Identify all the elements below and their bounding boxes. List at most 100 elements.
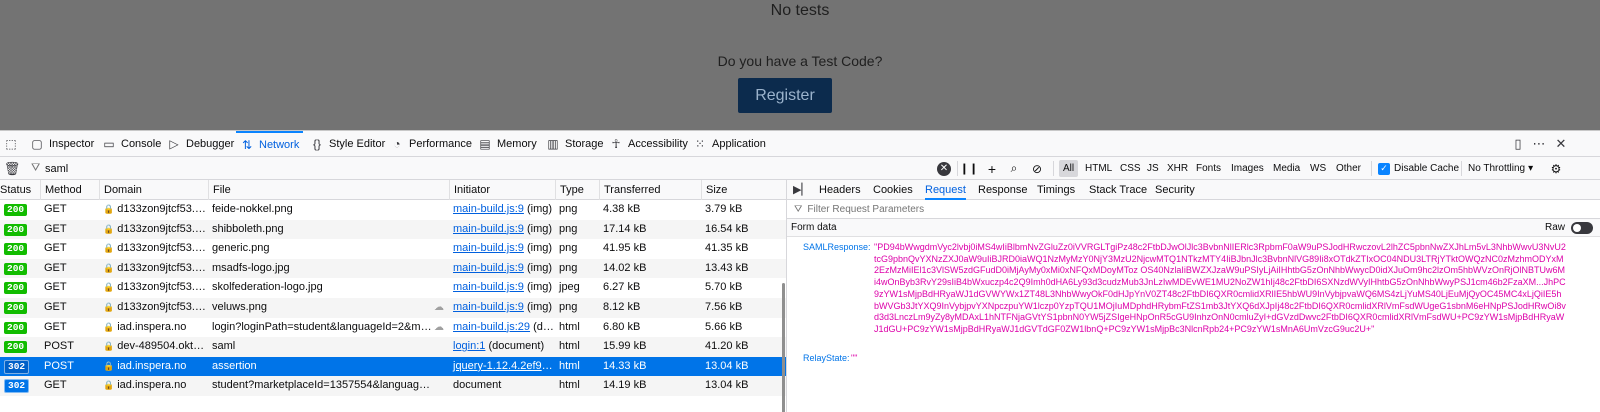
method-cell: GET xyxy=(44,379,67,392)
request-details-panel: ▶▏ Headers Cookies Request Response Timi… xyxy=(786,180,1600,412)
status-badge: 302 xyxy=(4,379,30,394)
tab-debugger[interactable]: ▷ Debugger xyxy=(163,131,238,157)
status-cell: 200 xyxy=(0,298,40,318)
type-filter-fonts[interactable]: Fonts xyxy=(1192,160,1225,177)
table-row[interactable]: 200 GET 🔒d133zon9jtcf53.clo... skolfederati… xyxy=(0,278,786,298)
column-status[interactable]: Status xyxy=(0,180,40,200)
initiator-link[interactable]: login:1 xyxy=(453,340,485,352)
initiator-link[interactable]: main-build.js:9 xyxy=(453,242,524,254)
size-cell: 16.54 kB xyxy=(705,222,749,235)
column-method[interactable]: Method xyxy=(40,180,99,200)
initiator-link[interactable]: main-build.js:9 xyxy=(453,281,524,293)
tab-security[interactable]: Security xyxy=(1155,180,1195,200)
network-settings-gear-icon[interactable]: ⚙ xyxy=(1548,160,1564,177)
lock-icon: 🔒 xyxy=(103,380,115,391)
table-row[interactable]: 200 GET 🔒 iad.inspera.no login?loginPath=stu… xyxy=(0,318,786,338)
tab-network[interactable]: ⇅ Network xyxy=(236,131,304,157)
type-filter-all[interactable]: All xyxy=(1059,160,1079,177)
domain-cell: 🔒d133zon9jtcf53.clo... xyxy=(99,278,208,298)
column-file[interactable]: File xyxy=(208,180,449,200)
tab-cookies[interactable]: Cookies xyxy=(873,180,913,200)
more-options-icon[interactable]: ⋯ xyxy=(1530,135,1548,153)
tab-accessibility[interactable]: ☥ Accessibility xyxy=(605,131,692,157)
tab-headers[interactable]: Headers xyxy=(819,180,861,200)
transferred-cell: 4.38 kB xyxy=(603,203,641,215)
add-icon[interactable]: + xyxy=(985,160,999,177)
type-filter-images[interactable]: Images xyxy=(1227,160,1268,177)
clear-filter-button[interactable]: ✕ xyxy=(937,160,951,177)
pause-icon[interactable]: ❙❙ xyxy=(960,160,978,177)
tab-storage[interactable]: ▥ Storage xyxy=(542,131,608,157)
initiator-cell: main-build.js:9 (img) xyxy=(449,220,555,240)
block-icon[interactable]: ⊘ xyxy=(1030,160,1044,177)
type-filter-ws[interactable]: WS xyxy=(1306,160,1330,177)
file-cell: saml xyxy=(212,340,236,353)
trash-icon[interactable]: 🗑 xyxy=(3,161,21,177)
pick-element-icon: ⬚ xyxy=(5,137,17,151)
table-row[interactable]: 200 GET 🔒d133zon9jtcf53.clo... feide-nokkel… xyxy=(0,200,786,220)
type-filter-other[interactable]: Other xyxy=(1332,160,1365,177)
throttling-select[interactable]: No Throttling ▾ xyxy=(1468,160,1533,177)
transferred-cell: 14.02 kB xyxy=(603,261,647,274)
initiator-link[interactable]: main-build.js:29 xyxy=(453,321,530,333)
table-row[interactable]: 200 POST 🔒dev-489504.okta.com saml login:1 (… xyxy=(0,337,786,357)
tab-inspector[interactable]: ▢ Inspector xyxy=(26,131,98,157)
param-relay-state[interactable]: RelayState: "" xyxy=(787,353,1600,365)
type-filter-css[interactable]: CSS xyxy=(1116,160,1145,177)
tab-memory[interactable]: ▤ Memory xyxy=(474,131,541,157)
tab-timings[interactable]: Timings xyxy=(1037,180,1075,200)
type-filter-html[interactable]: HTML xyxy=(1081,160,1116,177)
column-type[interactable]: Type xyxy=(555,180,599,200)
initiator-link[interactable]: main-build.js:9 xyxy=(453,301,524,313)
table-row[interactable]: 200 GET 🔒d133zon9jtcf53.clo... veluws.png ma… xyxy=(0,298,786,318)
type-cell: png xyxy=(559,242,578,255)
close-icon[interactable]: ✕ xyxy=(1552,135,1570,153)
tab-style-editor[interactable]: {} Style Editor xyxy=(306,131,389,157)
register-button[interactable]: Register xyxy=(738,78,832,113)
initiator-link[interactable]: main-build.js:9 xyxy=(453,262,524,274)
table-scrollbar[interactable] xyxy=(782,283,785,412)
table-row[interactable]: 200 GET 🔒d133zon9jtcf53.clo... generic.png m… xyxy=(0,239,786,259)
search-icon[interactable]: ⌕ xyxy=(1007,160,1021,177)
table-row[interactable]: 302 GET 🔒 iad.inspera.no student?marketplace… xyxy=(0,376,786,396)
debugger-icon: ▷ xyxy=(169,137,179,151)
param-value: "PD94bWwgdmVyc2lvbj0iMS4wIiBlbmNvZGluZz0… xyxy=(874,242,1566,334)
type-filter-media[interactable]: Media xyxy=(1269,160,1304,177)
request-params-filter-input[interactable] xyxy=(807,203,1508,215)
table-row[interactable]: 200 GET 🔒d133zon9jtcf53.clo... shibboleth.p… xyxy=(0,219,786,240)
url-filter-input[interactable] xyxy=(45,162,845,175)
size-cell: 3.79 kB xyxy=(705,203,743,215)
param-key: RelayState: xyxy=(803,353,850,363)
table-row[interactable]: 302 POST 🔒 iad.inspera.no assertion jquery-1.… xyxy=(0,356,786,377)
file-cell: skolfederation-logo.jpg xyxy=(212,281,323,294)
column-size[interactable]: Size xyxy=(701,180,786,200)
transferred-cell: 41.95 kB xyxy=(603,242,647,255)
initiator-link[interactable]: jquery-1.12.4.2ef93d9... xyxy=(453,360,555,372)
type-filter-js[interactable]: JS xyxy=(1143,160,1163,177)
type-filter-xhr[interactable]: XHR xyxy=(1163,160,1192,177)
responsive-design-icon[interactable]: ▯ xyxy=(1509,135,1527,153)
column-domain[interactable]: Domain xyxy=(99,180,208,200)
disable-cache-checkbox[interactable]: ✓ Disable Cache xyxy=(1378,160,1459,177)
tab-application[interactable]: ⁙ Application xyxy=(689,131,770,157)
tab-response[interactable]: Response xyxy=(978,180,1028,200)
domain-text: d133zon9jtcf53.clo... xyxy=(117,301,208,313)
raw-toggle[interactable] xyxy=(1571,222,1593,234)
status-badge: 200 xyxy=(4,243,28,256)
tab-console[interactable]: ▭ Console xyxy=(98,131,165,157)
initiator-link[interactable]: main-build.js:9 xyxy=(453,203,524,215)
domain-text: d133zon9jtcf53.clo... xyxy=(117,242,208,255)
param-saml-response[interactable]: SAMLResponse: "PD94bWwgdmVyc2lvbj0iMS4wI… xyxy=(787,242,1600,342)
domain-text: d133zon9jtcf53.clo... xyxy=(117,281,208,294)
toggle-sidebar-icon[interactable]: ▶▏ xyxy=(793,183,810,196)
element-picker-button[interactable]: ⬚ xyxy=(0,131,22,157)
transferred-cell: 6.27 kB xyxy=(603,281,641,294)
tab-performance[interactable]: ◔ Performance xyxy=(386,131,476,157)
method-cell: GET xyxy=(44,242,67,255)
tab-request[interactable]: Request xyxy=(925,180,966,200)
column-transferred[interactable]: Transferred xyxy=(599,180,701,200)
initiator-link[interactable]: main-build.js:9 xyxy=(453,223,524,235)
table-row[interactable]: 200 GET 🔒d133zon9jtcf53.clo... msadfs-logo.… xyxy=(0,258,786,279)
tab-stack-trace[interactable]: Stack Trace xyxy=(1089,180,1147,200)
column-initiator[interactable]: Initiator xyxy=(449,180,555,200)
